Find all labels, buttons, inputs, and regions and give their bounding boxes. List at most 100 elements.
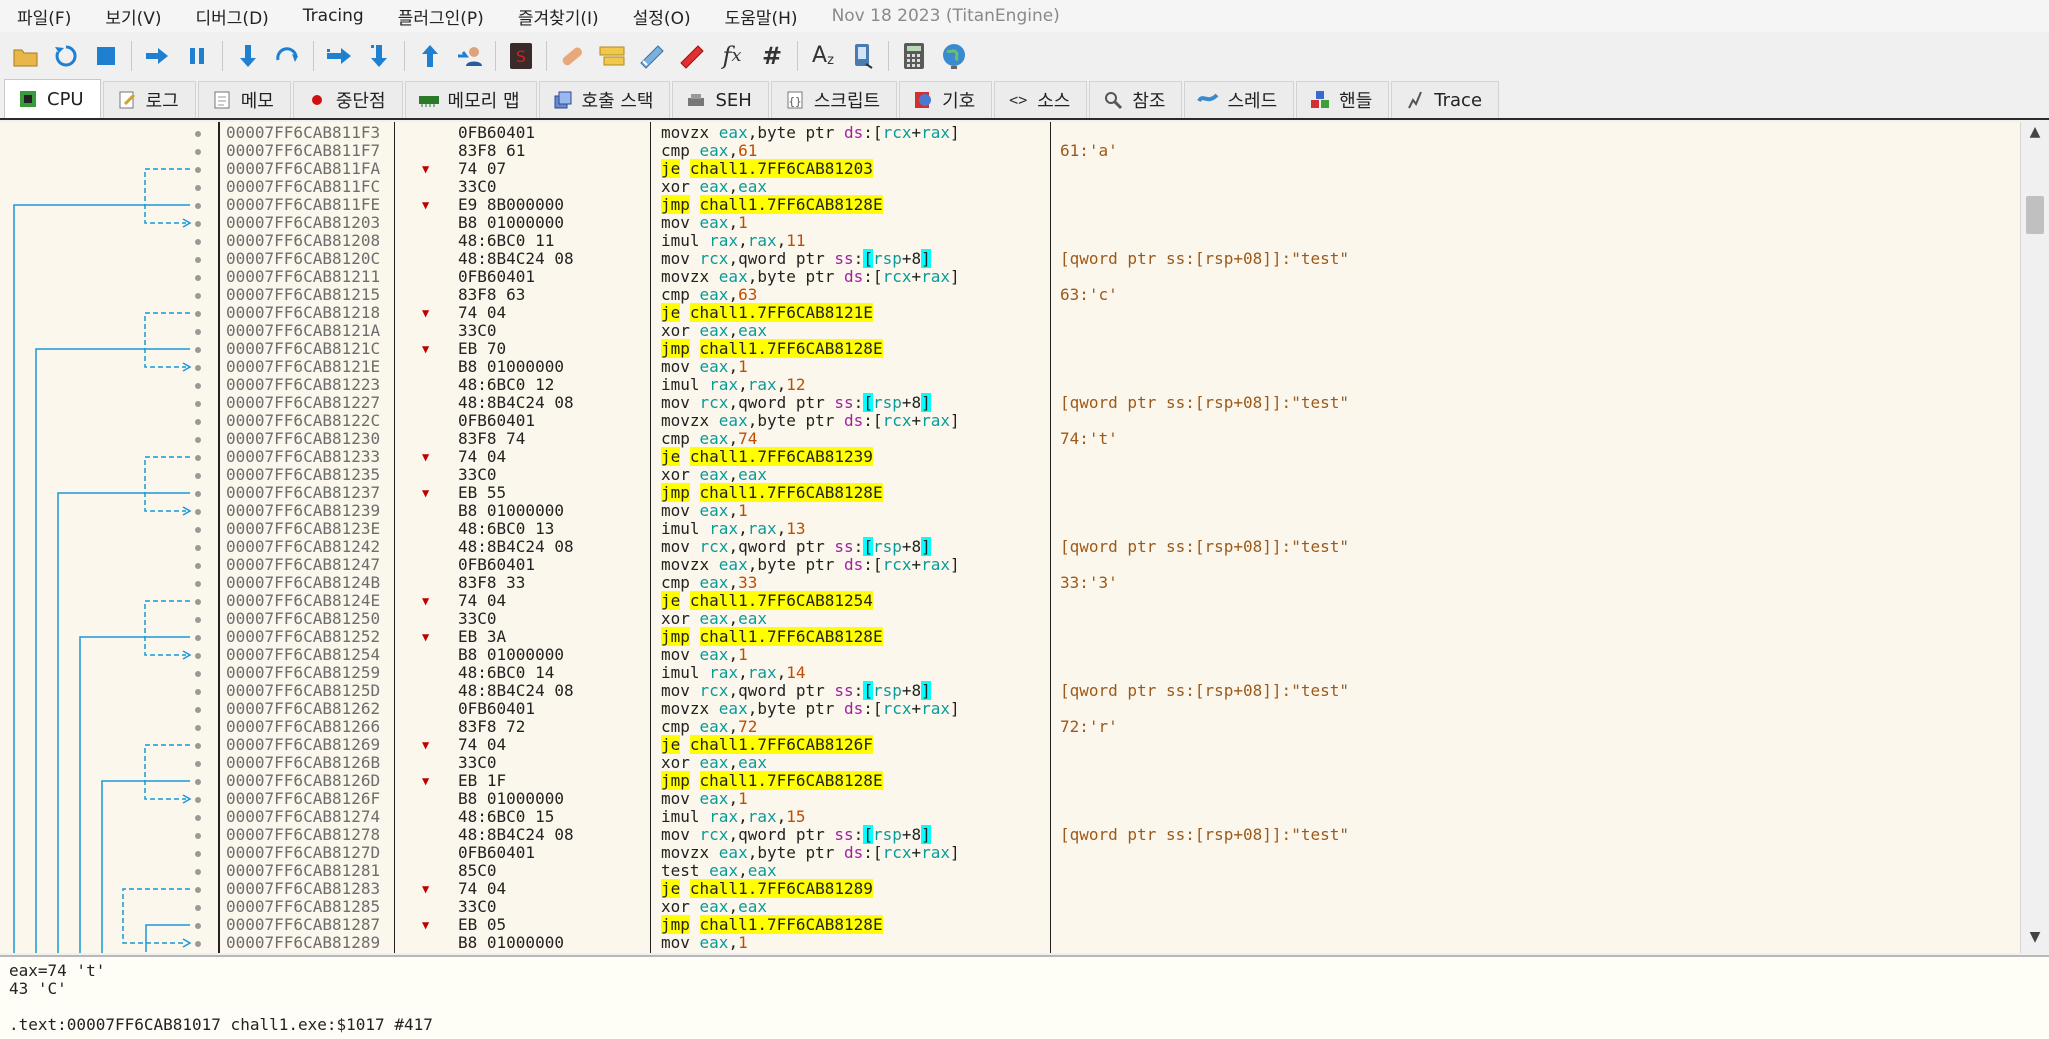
disasm-row[interactable]: 00007FF6CAB81287 EB 05 ▼ jmp chall1.7FF6CAB… [0,915,2020,934]
disasm-row[interactable]: 00007FF6CAB81233 74 04 ▼ je chall1.7FF6CAB8… [0,447,2020,466]
disasm-row[interactable]: 00007FF6CAB8121A 33C0 xor eax,eax [0,322,2020,340]
vertical-scrollbar[interactable]: ▲ ▼ [2020,122,2049,953]
pause-icon[interactable] [181,40,213,72]
disasm-row[interactable]: 00007FF6CAB81281 85C0 test eax,eax [0,862,2020,880]
disasm-row[interactable]: 00007FF6CAB81215 83F8 63 cmp eax,63 63:'c' [0,286,2020,304]
tab-log[interactable]: 로그 [102,81,196,118]
disasm-row[interactable]: 00007FF6CAB81227 48:8B4C24 08 mov rcx,qwor… [0,393,2020,412]
menu-debug[interactable]: 디버그(D) [179,4,286,29]
disasm-row[interactable]: 00007FF6CAB81235 33C0 xor eax,eax [0,466,2020,484]
disasm-row[interactable]: 00007FF6CAB81208 48:6BC0 11 imul rax,rax,1… [0,232,2020,250]
run-to-user-code-icon[interactable] [454,40,486,72]
function-icon[interactable]: fx [716,40,748,72]
scroll-thumb[interactable] [2026,196,2044,234]
step-into-icon[interactable] [232,40,264,72]
disasm-row[interactable]: 00007FF6CAB811FE E9 8B000000 ▼ jmp chall1.7… [0,195,2020,214]
disasm-row[interactable]: 00007FF6CAB81274 48:6BC0 15 imul rax,rax,1… [0,808,2020,826]
comment-icon[interactable] [596,40,628,72]
disasm-row[interactable]: 00007FF6CAB81259 48:6BC0 14 imul rax,rax,1… [0,664,2020,682]
trace-into-icon[interactable] [323,40,355,72]
disasm-row[interactable]: 00007FF6CAB81289 B8 01000000 mov eax,1 [0,934,2020,952]
disasm-row[interactable]: 00007FF6CAB81239 B8 01000000 mov eax,1 [0,502,2020,520]
menu-plugins[interactable]: 플러그인(P) [381,4,501,29]
menu-help[interactable]: 도움말(H) [708,4,815,29]
stop-icon[interactable] [90,40,122,72]
menu-options[interactable]: 설정(O) [616,4,708,29]
address: 00007FF6CAB81287 [226,915,381,934]
patch-icon[interactable] [556,40,588,72]
disasm-row[interactable]: 00007FF6CAB81218 74 04 ▼ je chall1.7FF6CAB8… [0,303,2020,322]
disasm-row[interactable]: 00007FF6CAB81242 48:8B4C24 08 mov rcx,qwor… [0,537,2020,556]
opcode-bytes: 0FB60401 [458,699,536,718]
scroll-down-icon[interactable]: ▼ [2021,929,2049,951]
open-icon[interactable] [10,40,42,72]
disasm-row[interactable]: 00007FF6CAB81269 74 04 ▼ je chall1.7FF6CAB8… [0,735,2020,754]
disasm-row[interactable]: 00007FF6CAB81237 EB 55 ▼ jmp chall1.7FF6CAB… [0,483,2020,502]
globe-icon[interactable] [938,40,970,72]
disasm-row[interactable]: 00007FF6CAB811FA 74 07 ▼ je chall1.7FF6CAB8… [0,159,2020,178]
disasm-row[interactable]: 00007FF6CAB8126F B8 01000000 mov eax,1 [0,790,2020,808]
disasm-row[interactable]: 00007FF6CAB81250 33C0 xor eax,eax [0,610,2020,628]
label-icon[interactable] [636,40,668,72]
trace-over-icon[interactable] [363,40,395,72]
tab-source[interactable]: <> 소스 [994,81,1088,118]
strings-icon[interactable]: Az [807,40,839,72]
disasm-row[interactable]: 00007FF6CAB8126D EB 1F ▼ jmp chall1.7FF6CAB… [0,771,2020,790]
execute-till-return-icon[interactable] [414,40,446,72]
disassembly-view[interactable]: 00007FF6CAB811F3 0FB60401 movzx eax,byte p… [0,122,2049,953]
address: 00007FF6CAB8123E [226,519,381,538]
disasm-row[interactable]: 00007FF6CAB8123E 48:6BC0 13 imul rax,rax,1… [0,520,2020,538]
tab-notes[interactable]: 메모 [197,81,291,118]
disasm-row[interactable]: 00007FF6CAB8126B 33C0 xor eax,eax [0,754,2020,772]
disasm-row[interactable]: 00007FF6CAB8120C 48:8B4C24 08 mov rcx,qwor… [0,249,2020,268]
tab-memory-map[interactable]: 메모리 맵 [404,81,537,118]
disasm-row[interactable]: 00007FF6CAB81285 33C0 xor eax,eax [0,898,2020,916]
tab-script[interactable]: {} 스크립트 [770,81,898,118]
disasm-row[interactable]: 00007FF6CAB81223 48:6BC0 12 imul rax,rax,1… [0,376,2020,394]
run-icon[interactable] [141,40,173,72]
calculator-icon[interactable] [898,40,930,72]
disasm-row[interactable]: 00007FF6CAB8124B 83F8 33 cmp eax,33 33:'3' [0,574,2020,592]
menu-view[interactable]: 보기(V) [88,4,178,29]
disasm-row[interactable]: 00007FF6CAB811F7 83F8 61 cmp eax,61 61:'a' [0,142,2020,160]
tab-trace[interactable]: Trace [1391,81,1500,118]
step-over-icon[interactable] [272,40,304,72]
disasm-row[interactable]: 00007FF6CAB8125D 48:8B4C24 08 mov rcx,qwor… [0,681,2020,700]
disasm-row[interactable]: 00007FF6CAB81283 74 04 ▼ je chall1.7FF6CAB8… [0,879,2020,898]
tab-symbols[interactable]: 기호 [899,81,993,118]
opcode-bytes: 48:6BC0 11 [458,231,555,250]
menu-tracing[interactable]: Tracing [286,6,381,26]
disasm-row[interactable]: 00007FF6CAB81278 48:8B4C24 08 mov rcx,qwor… [0,825,2020,844]
tab-cpu[interactable]: CPU [4,79,101,118]
bookmark-icon[interactable] [676,40,708,72]
disasm-row[interactable]: 00007FF6CAB811F3 0FB60401 movzx eax,byte p… [0,124,2020,142]
tab-threads[interactable]: 스레드 [1184,81,1295,118]
menu-favourites[interactable]: 즐겨찾기(I) [501,4,616,29]
disasm-row[interactable]: 00007FF6CAB8121E B8 01000000 mov eax,1 [0,358,2020,376]
disasm-row[interactable]: 00007FF6CAB81203 B8 01000000 mov eax,1 [0,214,2020,232]
tab-references[interactable]: 참조 [1089,81,1183,118]
disasm-row[interactable]: 00007FF6CAB81211 0FB60401 movzx eax,byte p… [0,268,2020,286]
disasm-row[interactable]: 00007FF6CAB81254 B8 01000000 mov eax,1 [0,646,2020,664]
disasm-row[interactable]: 00007FF6CAB8124E 74 04 ▼ je chall1.7FF6CAB8… [0,591,2020,610]
disasm-row[interactable]: 00007FF6CAB8122C 0FB60401 movzx eax,byte p… [0,412,2020,430]
tab-call-stack[interactable]: 호출 스택 [538,81,671,118]
device-icon[interactable] [847,40,879,72]
tab-breakpoints[interactable]: 중단점 [292,81,403,118]
scylla-icon[interactable]: S [505,40,537,72]
scroll-up-icon[interactable]: ▲ [2021,124,2049,146]
hash-icon[interactable]: # [756,40,788,72]
disasm-row[interactable]: 00007FF6CAB8121C EB 70 ▼ jmp chall1.7FF6CAB… [0,339,2020,358]
disasm-row[interactable]: 00007FF6CAB811FC 33C0 xor eax,eax [0,178,2020,196]
tab-seh[interactable]: SEH [672,81,769,118]
disasm-row[interactable]: 00007FF6CAB81252 EB 3A ▼ jmp chall1.7FF6CAB… [0,627,2020,646]
tab-handles[interactable]: 핸들 [1296,81,1390,118]
disasm-row[interactable]: 00007FF6CAB81262 0FB60401 movzx eax,byte p… [0,700,2020,718]
disasm-row[interactable]: 00007FF6CAB81266 83F8 72 cmp eax,72 72:'r' [0,718,2020,736]
row-dot-icon [195,293,201,299]
menu-file[interactable]: 파일(F) [0,4,88,29]
restart-icon[interactable] [50,40,82,72]
disasm-row[interactable]: 00007FF6CAB81230 83F8 74 cmp eax,74 74:'t' [0,430,2020,448]
disasm-row[interactable]: 00007FF6CAB8127D 0FB60401 movzx eax,byte p… [0,844,2020,862]
disasm-row[interactable]: 00007FF6CAB81247 0FB60401 movzx eax,byte p… [0,556,2020,574]
